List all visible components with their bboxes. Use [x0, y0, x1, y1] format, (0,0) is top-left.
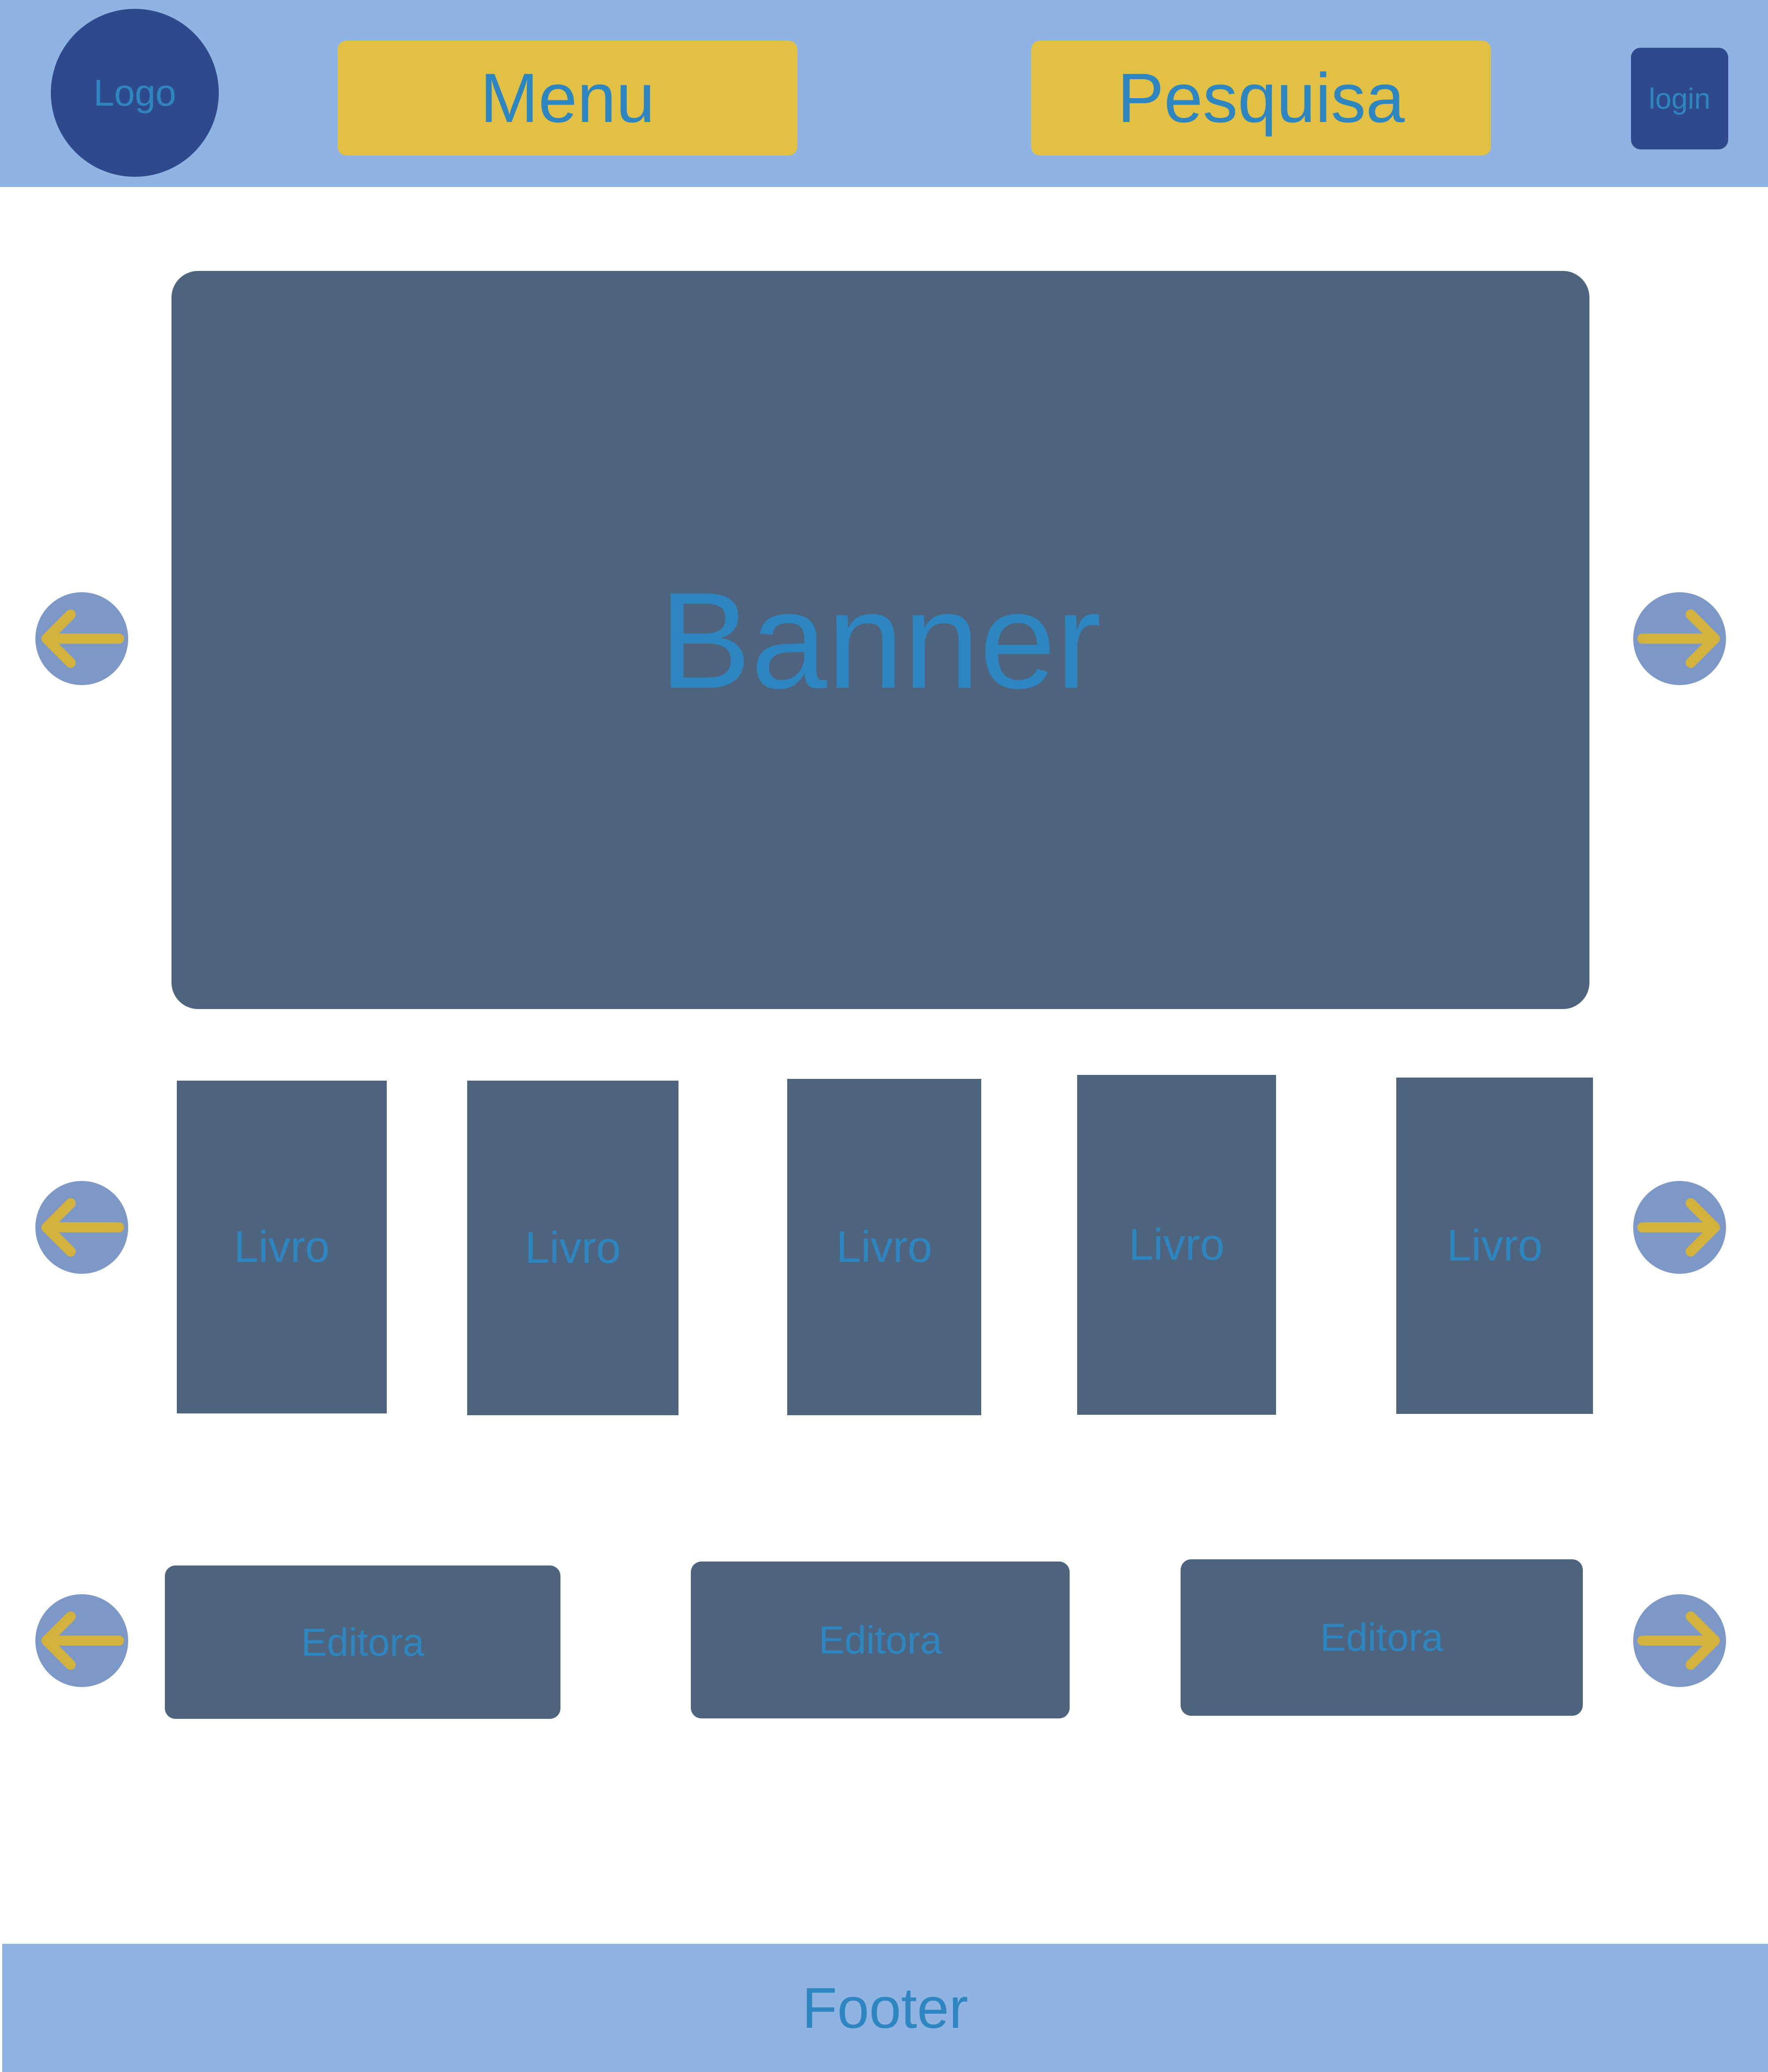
login-button[interactable]: login	[1631, 48, 1728, 149]
book-card[interactable]: Livro	[467, 1081, 678, 1415]
search-button[interactable]: Pesquisa	[1031, 41, 1491, 156]
publishers-prev-arrow-icon[interactable]	[35, 1594, 128, 1687]
books-prev-arrow-icon[interactable]	[35, 1181, 128, 1274]
banner[interactable]: Banner	[171, 271, 1589, 1009]
logo[interactable]: Logo	[51, 9, 219, 177]
book-card[interactable]: Livro	[177, 1081, 387, 1413]
books-next-arrow-icon[interactable]	[1633, 1181, 1726, 1274]
publisher-card[interactable]: Editora	[691, 1562, 1070, 1718]
publishers-next-arrow-icon[interactable]	[1633, 1594, 1726, 1687]
book-card[interactable]: Livro	[1396, 1078, 1593, 1414]
menu-button[interactable]: Menu	[338, 41, 797, 156]
banner-next-arrow-icon[interactable]	[1633, 592, 1726, 685]
banner-prev-arrow-icon[interactable]	[35, 592, 128, 685]
book-card[interactable]: Livro	[787, 1079, 981, 1415]
publisher-card[interactable]: Editora	[1181, 1559, 1583, 1716]
footer: Footer	[2, 1944, 1768, 2072]
book-card[interactable]: Livro	[1077, 1075, 1276, 1415]
publisher-card[interactable]: Editora	[165, 1565, 560, 1719]
header-bar	[0, 0, 1768, 187]
